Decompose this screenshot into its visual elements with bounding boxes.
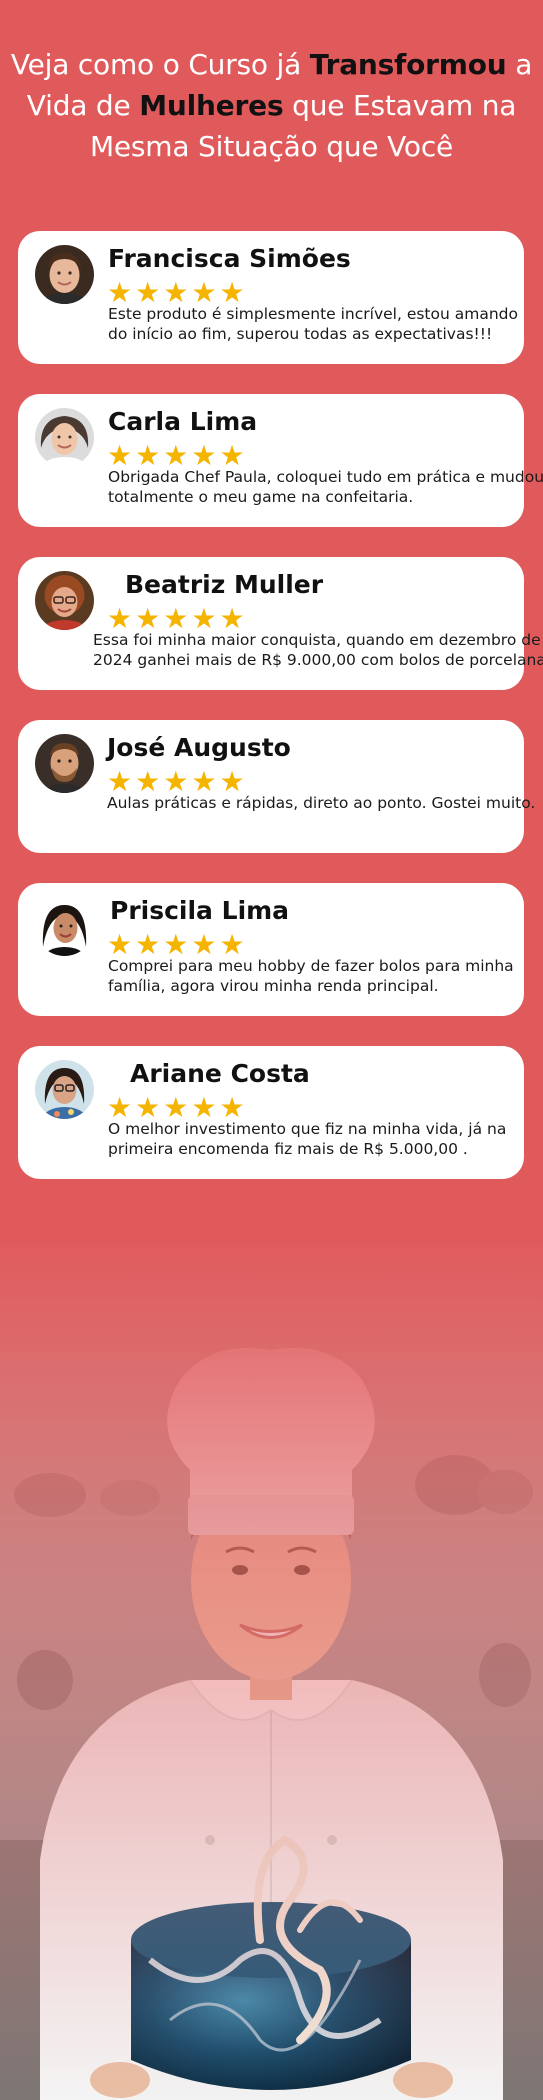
star-icon: ★ (191, 928, 217, 961)
avatar (35, 245, 94, 304)
review-text: Este produto é simplesmente incrível, es… (108, 304, 518, 344)
review-text: Obrigada Chef Paula, coloquei tudo em pr… (108, 467, 543, 507)
star-icon: ★ (135, 1091, 161, 1124)
headline-emphasis: Transformou (309, 48, 507, 81)
star-icon: ★ (219, 602, 245, 635)
star-icon: ★ (191, 1091, 217, 1124)
star-icon: ★ (107, 765, 133, 798)
star-icon: ★ (191, 276, 217, 309)
review-line: O melhor investimento que fiz na minha v… (108, 1120, 507, 1138)
star-icon: ★ (219, 439, 245, 472)
headline-text: Veja como o Curso já (10, 48, 310, 81)
review-text: Essa foi minha maior conquista, quando e… (93, 630, 543, 670)
reviewer-name: Carla Lima (108, 407, 258, 436)
star-icon: ★ (135, 928, 161, 961)
star-rating: ★ ★ ★ ★ ★ (107, 768, 245, 796)
avatar (35, 571, 94, 630)
headline: Veja como o Curso já Transformou a Vida … (0, 44, 543, 167)
testimonial-card: Ariane Costa ★ ★ ★ ★ ★ O melhor investimento… (18, 1046, 524, 1179)
testimonial-card: Beatriz Muller ★ ★ ★ ★ ★ Essa foi minha maio… (18, 557, 543, 690)
star-rating: ★ ★ ★ ★ ★ (107, 1094, 245, 1122)
avatar (35, 408, 94, 467)
star-icon: ★ (135, 765, 161, 798)
star-icon: ★ (219, 276, 245, 309)
review-line: Essa foi minha maior conquista, quando e… (93, 631, 541, 649)
star-icon: ★ (163, 1091, 189, 1124)
star-icon: ★ (135, 602, 161, 635)
star-icon: ★ (135, 439, 161, 472)
reviewer-name: Francisca Simões (108, 244, 351, 273)
headline-text: Vida de (26, 89, 140, 122)
star-icon: ★ (107, 439, 133, 472)
star-icon: ★ (219, 928, 245, 961)
review-line: 2024 ganhei mais de R$ 9.000,00 com bolo… (93, 651, 543, 669)
testimonial-card: Francisca Simões ★ ★ ★ ★ ★ Este produto é si… (18, 231, 524, 364)
testimonial-card: Carla Lima ★ ★ ★ ★ ★ Obrigada Chef Paula, co… (18, 394, 543, 527)
review-line: do início ao fim, superou todas as expec… (108, 325, 493, 343)
review-line: Este produto é simplesmente incrível, es… (108, 305, 518, 323)
testimonial-card: José Augusto ★ ★ ★ ★ ★ Aulas práticas e rápi… (18, 720, 535, 853)
star-icon: ★ (107, 928, 133, 961)
reviewer-name: Beatriz Muller (125, 570, 324, 599)
star-rating: ★ ★ ★ ★ ★ (107, 605, 245, 633)
star-icon: ★ (191, 765, 217, 798)
review-line: família, agora virou minha renda princip… (108, 977, 439, 995)
chef-photo (0, 1240, 543, 2100)
star-icon: ★ (163, 928, 189, 961)
star-rating: ★ ★ ★ ★ ★ (107, 931, 245, 959)
avatar (35, 1060, 94, 1119)
reviewer-name: Ariane Costa (130, 1059, 310, 1088)
star-icon: ★ (163, 276, 189, 309)
avatar (35, 897, 94, 956)
review-text: Comprei para meu hobby de fazer bolos pa… (108, 956, 514, 996)
review-text: Aulas práticas e rápidas, direto ao pont… (107, 793, 535, 813)
avatar (35, 734, 94, 793)
star-icon: ★ (163, 602, 189, 635)
star-icon: ★ (135, 276, 161, 309)
star-rating: ★ ★ ★ ★ ★ (107, 279, 245, 307)
reviewer-name: Priscila Lima (110, 896, 290, 925)
star-icon: ★ (219, 765, 245, 798)
star-icon: ★ (163, 439, 189, 472)
headline-text: que Estavam na (283, 89, 517, 122)
review-text: O melhor investimento que fiz na minha v… (108, 1119, 506, 1159)
review-line: Aulas práticas e rápidas, direto ao pont… (107, 794, 536, 812)
star-icon: ★ (107, 1091, 133, 1124)
review-line: Obrigada Chef Paula, coloquei tudo em pr… (108, 468, 543, 486)
star-icon: ★ (107, 276, 133, 309)
review-line: Comprei para meu hobby de fazer bolos pa… (108, 957, 514, 975)
star-icon: ★ (107, 602, 133, 635)
headline-line-1: Veja como o Curso já Transformou a (0, 44, 543, 85)
star-icon: ★ (191, 602, 217, 635)
review-line: totalmente o meu game na confeitaria. (108, 488, 414, 506)
headline-line-2: Vida de Mulheres que Estavam na (0, 85, 543, 126)
star-icon: ★ (191, 439, 217, 472)
headline-line-3: Mesma Situação que Você (89, 130, 454, 163)
review-line: primeira encomenda fiz mais de R$ 5.000,… (108, 1140, 468, 1158)
headline-text: a (506, 48, 533, 81)
testimonial-card: Priscila Lima ★ ★ ★ ★ ★ Comprei para meu hob… (18, 883, 524, 1016)
reviewer-name: José Augusto (107, 733, 291, 762)
star-icon: ★ (219, 1091, 245, 1124)
star-icon: ★ (163, 765, 189, 798)
headline-emphasis: Mulheres (139, 89, 284, 122)
star-rating: ★ ★ ★ ★ ★ (107, 442, 245, 470)
